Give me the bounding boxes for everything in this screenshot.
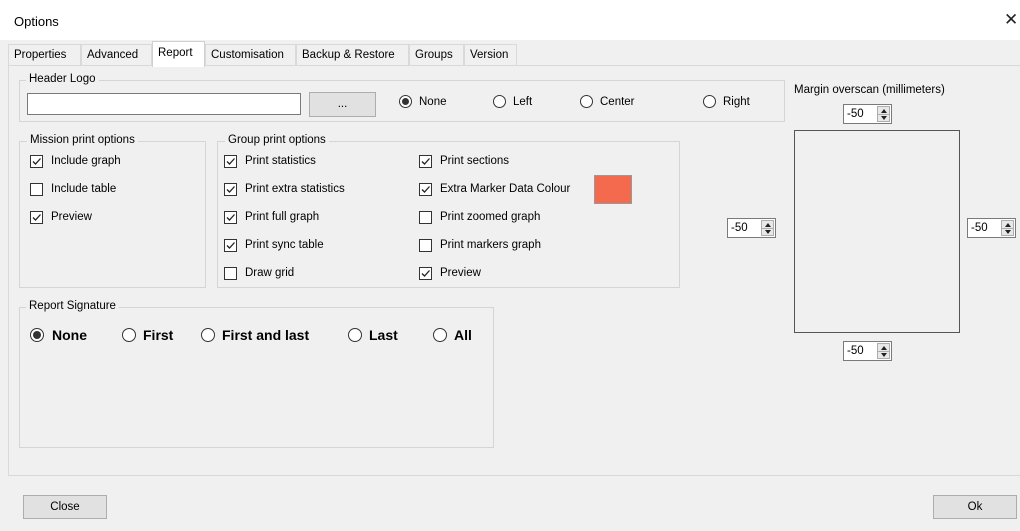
include-table-checkbox[interactable] — [30, 183, 43, 196]
signature-last-radio[interactable] — [348, 328, 362, 342]
ok-button[interactable]: Ok — [933, 495, 1017, 519]
logo-align-center-label: Center — [600, 96, 635, 108]
print-sync-table-checkbox[interactable] — [224, 239, 237, 252]
margin-bottom-spinner[interactable]: -50 — [843, 341, 892, 361]
spin-down-icon[interactable] — [881, 116, 887, 120]
extra-marker-colour-label: Extra Marker Data Colour — [440, 183, 571, 195]
signature-none-label: None — [52, 327, 87, 343]
include-graph-label: Include graph — [51, 155, 121, 167]
margin-overscan-label: Margin overscan (millimeters) — [794, 84, 945, 96]
spin-up-icon[interactable] — [1005, 223, 1011, 227]
logo-align-none-label: None — [419, 96, 447, 108]
signature-first-and-last-label: First and last — [222, 327, 310, 343]
print-zoomed-graph-checkbox[interactable] — [419, 211, 432, 224]
print-full-graph-label: Print full graph — [245, 211, 320, 223]
margin-top-spinner[interactable]: -50 — [843, 104, 892, 124]
report-signature-label: Report Signature — [26, 300, 119, 312]
margin-bottom-value: -50 — [847, 345, 864, 357]
logo-align-right-radio[interactable] — [703, 95, 716, 108]
logo-align-center-radio[interactable] — [580, 95, 593, 108]
margin-right-spinner[interactable]: -50 — [967, 218, 1016, 238]
signature-all-label: All — [454, 327, 472, 343]
margin-left-spin-buttons[interactable] — [761, 220, 774, 236]
print-sections-checkbox[interactable] — [419, 155, 432, 168]
footer-divider — [8, 475, 1020, 476]
signature-none-radio[interactable] — [30, 328, 44, 342]
browse-button[interactable]: ... — [309, 92, 376, 117]
signature-last-label: Last — [369, 327, 398, 343]
margin-bottom-spin-buttons[interactable] — [877, 343, 890, 359]
print-full-graph-checkbox[interactable] — [224, 211, 237, 224]
print-extra-statistics-checkbox[interactable] — [224, 183, 237, 196]
margin-left-spinner[interactable]: -50 — [727, 218, 776, 238]
spin-down-icon[interactable] — [881, 353, 887, 357]
title-bar: Options ✕ — [0, 0, 1020, 40]
logo-align-left-radio[interactable] — [493, 95, 506, 108]
page-preview-box — [794, 130, 960, 333]
draw-grid-checkbox[interactable] — [224, 267, 237, 280]
mission-preview-label: Preview — [51, 211, 92, 223]
margin-left-value: -50 — [731, 222, 748, 234]
group-print-label: Group print options — [225, 134, 329, 146]
include-graph-checkbox[interactable] — [30, 155, 43, 168]
margin-top-value: -50 — [847, 108, 864, 120]
signature-first-radio[interactable] — [122, 328, 136, 342]
window-close-icon[interactable]: ✕ — [1004, 11, 1018, 28]
signature-all-radio[interactable] — [433, 328, 447, 342]
header-logo-label: Header Logo — [26, 73, 99, 85]
print-markers-graph-label: Print markers graph — [440, 239, 541, 251]
window-title: Options — [14, 14, 59, 29]
logo-align-none-radio[interactable] — [399, 95, 412, 108]
print-sections-label: Print sections — [440, 155, 510, 167]
margin-right-value: -50 — [971, 222, 988, 234]
tab-advanced[interactable]: Advanced — [81, 44, 152, 65]
include-table-label: Include table — [51, 183, 117, 195]
print-sync-table-label: Print sync table — [245, 239, 324, 251]
tab-backup-restore[interactable]: Backup & Restore — [296, 44, 409, 65]
spin-up-icon[interactable] — [881, 109, 887, 113]
tab-report[interactable]: Report — [152, 41, 205, 67]
mission-preview-checkbox[interactable] — [30, 211, 43, 224]
signature-first-label: First — [143, 327, 174, 343]
tab-groups[interactable]: Groups — [409, 44, 464, 65]
spin-down-icon[interactable] — [1005, 230, 1011, 234]
extra-marker-colour-checkbox[interactable] — [419, 183, 432, 196]
print-markers-graph-checkbox[interactable] — [419, 239, 432, 252]
group-preview-checkbox[interactable] — [419, 267, 432, 280]
close-button[interactable]: Close — [23, 495, 107, 519]
mission-print-label: Mission print options — [27, 134, 138, 146]
print-extra-statistics-label: Print extra statistics — [245, 183, 345, 195]
marker-colour-swatch[interactable] — [594, 175, 632, 204]
header-logo-path-input[interactable] — [27, 93, 301, 115]
spin-up-icon[interactable] — [765, 223, 771, 227]
signature-first-and-last-radio[interactable] — [201, 328, 215, 342]
logo-align-left-label: Left — [513, 96, 533, 108]
print-statistics-checkbox[interactable] — [224, 155, 237, 168]
logo-align-right-label: Right — [723, 96, 750, 108]
print-zoomed-graph-label: Print zoomed graph — [440, 211, 541, 223]
draw-grid-label: Draw grid — [245, 267, 295, 279]
margin-top-spin-buttons[interactable] — [877, 106, 890, 122]
tab-version[interactable]: Version — [464, 44, 517, 65]
spin-down-icon[interactable] — [765, 230, 771, 234]
spin-up-icon[interactable] — [881, 346, 887, 350]
tab-customisation[interactable]: Customisation — [205, 44, 296, 65]
tab-properties[interactable]: Properties — [8, 44, 81, 65]
margin-right-spin-buttons[interactable] — [1001, 220, 1014, 236]
group-preview-label: Preview — [440, 267, 481, 279]
print-statistics-label: Print statistics — [245, 155, 316, 167]
